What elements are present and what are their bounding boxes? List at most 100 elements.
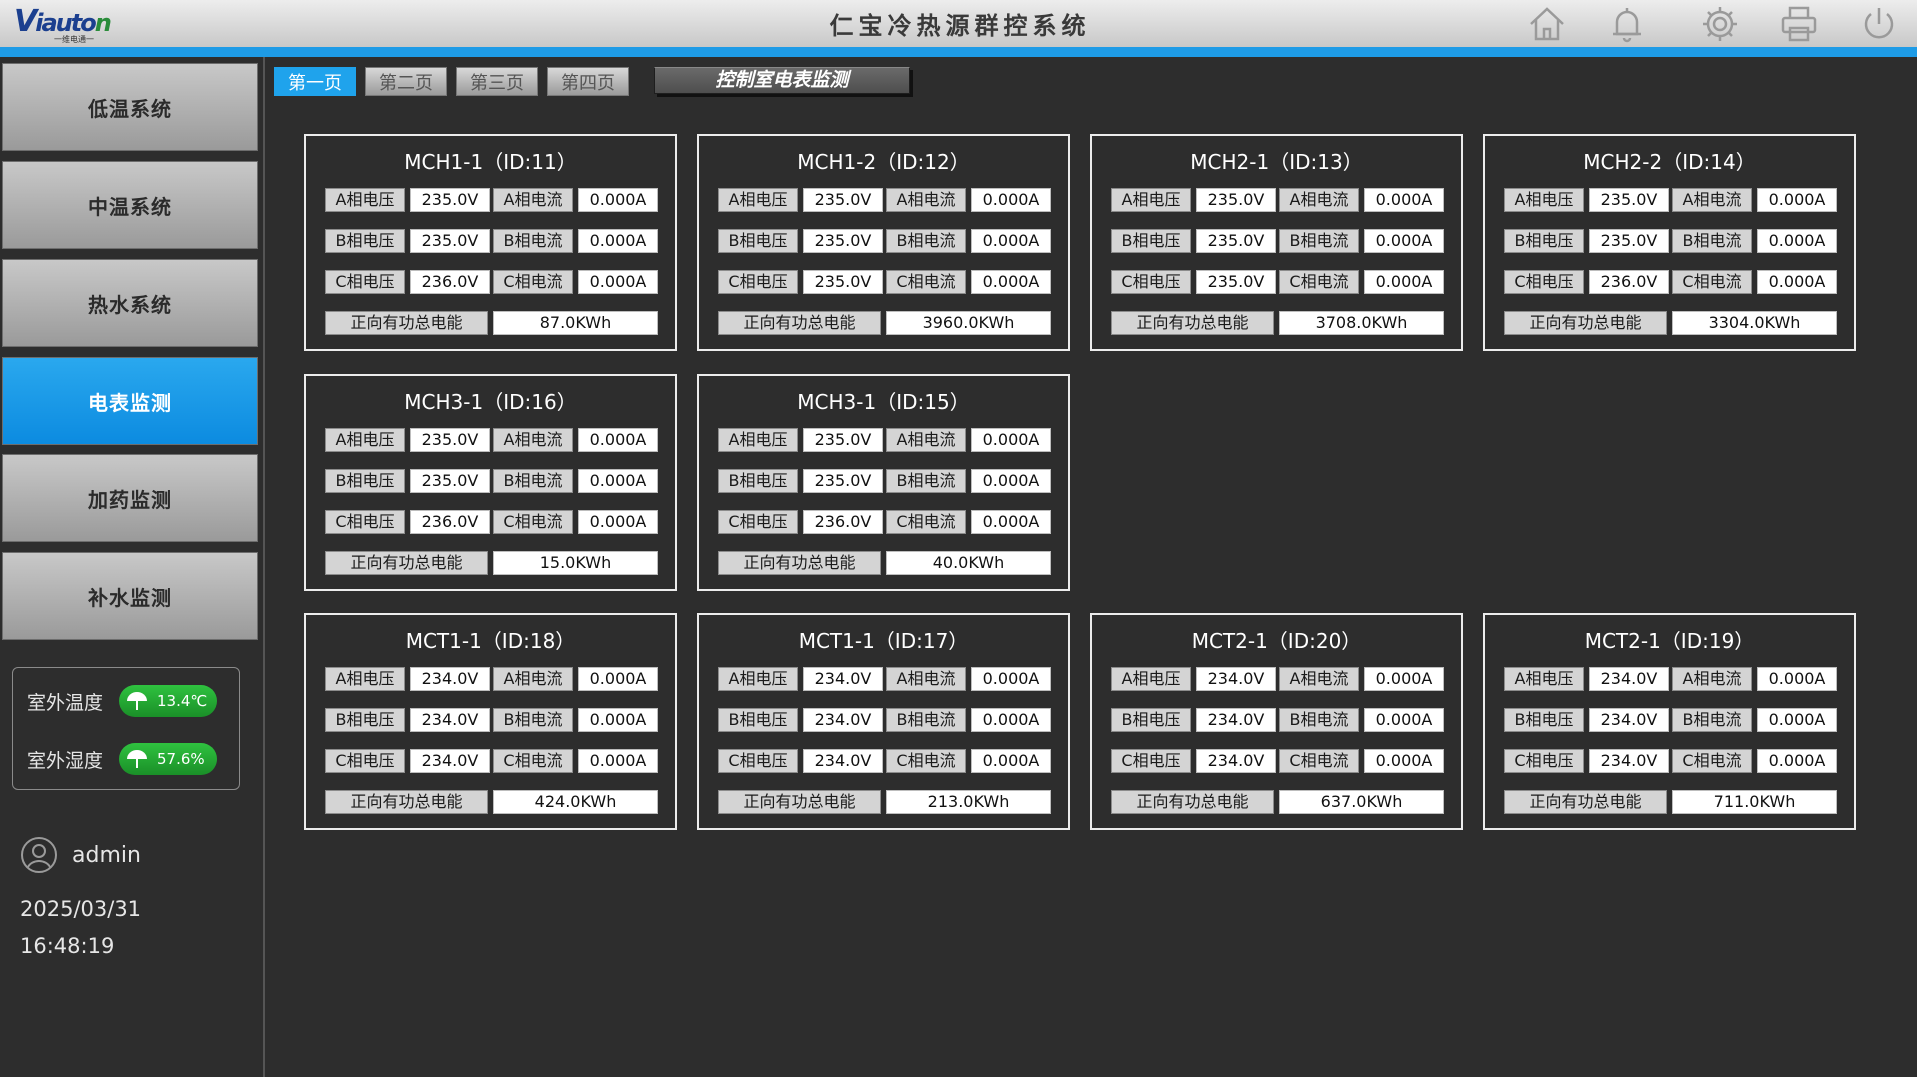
a-voltage-label: A相电压 <box>1111 188 1191 212</box>
b-current-label: B相电流 <box>493 708 573 732</box>
tab-page-1[interactable]: 第一页 <box>274 67 356 96</box>
meter-title: MCH2-2（ID:14） <box>1583 150 1756 174</box>
a-voltage-value: 235.0V <box>1589 188 1669 212</box>
sidebar-item-mid-temp-system[interactable]: 中温系统 <box>2 161 258 249</box>
power-icon[interactable] <box>1859 4 1899 44</box>
c-voltage-label: C相电压 <box>1111 749 1191 773</box>
a-voltage-label: A相电压 <box>325 428 405 452</box>
c-voltage-value: 234.0V <box>1196 749 1276 773</box>
b-voltage-value: 235.0V <box>410 229 490 253</box>
printer-icon[interactable] <box>1779 4 1819 44</box>
c-current-value: 0.000A <box>1757 749 1837 773</box>
a-current-value: 0.000A <box>1364 188 1444 212</box>
outdoor-humidity-value: 57.6% <box>157 750 205 768</box>
sidebar-item-hot-water-system[interactable]: 热水系统 <box>2 259 258 347</box>
c-current-value: 0.000A <box>971 749 1051 773</box>
b-voltage-value: 235.0V <box>410 469 490 493</box>
sidebar-item-dosing-monitoring[interactable]: 加药监测 <box>2 454 258 542</box>
b-current-value: 0.000A <box>971 708 1051 732</box>
meter-title: MCT1-1（ID:17） <box>798 629 969 653</box>
c-current-label: C相电流 <box>1672 270 1752 294</box>
a-current-label: A相电流 <box>886 428 966 452</box>
a-current-label: A相电流 <box>1279 667 1359 691</box>
gear-icon[interactable] <box>1700 4 1740 44</box>
tab-page-4[interactable]: 第四页 <box>547 67 629 96</box>
forward-active-energy-label: 正向有功总电能 <box>325 551 488 575</box>
b-current-value: 0.000A <box>578 229 658 253</box>
b-voltage-value: 234.0V <box>803 708 883 732</box>
meter-panel: MCH3-1（ID:15） A相电压 235.0V A相电流 0.000A B相电压 235… <box>697 374 1070 591</box>
b-voltage-label: B相电压 <box>1111 708 1191 732</box>
b-voltage-label: B相电压 <box>325 229 405 253</box>
a-voltage-label: A相电压 <box>1504 667 1584 691</box>
bell-icon[interactable] <box>1607 4 1647 44</box>
header-bar: Viauton 一维电通一 仁宝冷热源群控系统 <box>0 0 1917 47</box>
b-current-value: 0.000A <box>578 469 658 493</box>
c-voltage-label: C相电压 <box>1504 749 1584 773</box>
a-current-label: A相电流 <box>493 428 573 452</box>
b-voltage-value: 234.0V <box>410 708 490 732</box>
home-icon[interactable] <box>1527 4 1567 44</box>
a-current-value: 0.000A <box>971 428 1051 452</box>
a-voltage-value: 235.0V <box>803 428 883 452</box>
forward-active-energy-label: 正向有功总电能 <box>718 790 881 814</box>
b-current-label: B相电流 <box>1279 708 1359 732</box>
app-title: 仁宝冷热源群控系统 <box>829 11 1091 40</box>
c-current-value: 0.000A <box>578 749 658 773</box>
a-voltage-label: A相电压 <box>325 188 405 212</box>
meter-panel: MCH1-2（ID:12） A相电压 235.0V A相电流 0.000A B相电压 235… <box>697 134 1070 351</box>
current-time: 16:48:19 <box>20 934 115 958</box>
meter-title: MCT1-1（ID:18） <box>405 629 576 653</box>
b-voltage-label: B相电压 <box>718 229 798 253</box>
forward-active-energy-value: 3708.0KWh <box>1279 311 1444 335</box>
outdoor-temp-label: 室外温度 <box>27 691 104 714</box>
a-current-value: 0.000A <box>971 667 1051 691</box>
thermometer-umbrella-icon <box>127 692 147 710</box>
b-current-value: 0.000A <box>578 708 658 732</box>
c-voltage-label: C相电压 <box>325 510 405 534</box>
c-voltage-label: C相电压 <box>1111 270 1191 294</box>
b-current-label: B相电流 <box>886 469 966 493</box>
forward-active-energy-value: 87.0KWh <box>493 311 658 335</box>
a-current-label: A相电流 <box>493 667 573 691</box>
meter-title: MCH3-1（ID:16） <box>404 390 577 414</box>
header-accent-line <box>0 47 1917 57</box>
c-current-label: C相电流 <box>1279 270 1359 294</box>
b-current-value: 0.000A <box>1757 229 1837 253</box>
b-voltage-label: B相电压 <box>325 469 405 493</box>
a-current-label: A相电流 <box>886 188 966 212</box>
forward-active-energy-value: 637.0KWh <box>1279 790 1444 814</box>
tab-page-2[interactable]: 第二页 <box>365 67 447 96</box>
a-voltage-value: 235.0V <box>410 428 490 452</box>
c-voltage-value: 234.0V <box>803 749 883 773</box>
outdoor-temp-value: 13.4℃ <box>157 692 208 710</box>
meter-title: MCH2-1（ID:13） <box>1190 150 1363 174</box>
forward-active-energy-label: 正向有功总电能 <box>718 311 881 335</box>
c-current-label: C相电流 <box>886 510 966 534</box>
a-voltage-value: 235.0V <box>410 188 490 212</box>
a-voltage-label: A相电压 <box>718 667 798 691</box>
sidebar-divider <box>263 57 265 1077</box>
sidebar-item-makeup-water-monitoring[interactable]: 补水监测 <box>2 552 258 640</box>
c-current-value: 0.000A <box>971 270 1051 294</box>
sidebar-item-meter-monitoring[interactable]: 电表监测 <box>2 357 258 445</box>
a-voltage-value: 234.0V <box>803 667 883 691</box>
a-current-value: 0.000A <box>578 667 658 691</box>
meter-title: MCT2-1（ID:20） <box>1191 629 1362 653</box>
b-voltage-label: B相电压 <box>718 708 798 732</box>
c-voltage-value: 234.0V <box>1589 749 1669 773</box>
outdoor-humidity-label: 室外湿度 <box>27 749 104 772</box>
humidity-umbrella-icon <box>127 750 147 768</box>
a-current-label: A相电流 <box>886 667 966 691</box>
c-current-label: C相电流 <box>1279 749 1359 773</box>
tab-page-3[interactable]: 第三页 <box>456 67 538 96</box>
b-current-value: 0.000A <box>971 229 1051 253</box>
b-current-label: B相电流 <box>493 469 573 493</box>
sidebar-item-low-temp-system[interactable]: 低温系统 <box>2 63 258 151</box>
current-date: 2025/03/31 <box>20 897 142 921</box>
outdoor-humidity-badge: 57.6% <box>119 743 217 775</box>
c-voltage-value: 236.0V <box>803 510 883 534</box>
meter-panel: MCT2-1（ID:20） A相电压 234.0V A相电流 0.000A B相电压 234… <box>1090 613 1463 830</box>
b-voltage-value: 235.0V <box>803 469 883 493</box>
a-current-label: A相电流 <box>1672 188 1752 212</box>
